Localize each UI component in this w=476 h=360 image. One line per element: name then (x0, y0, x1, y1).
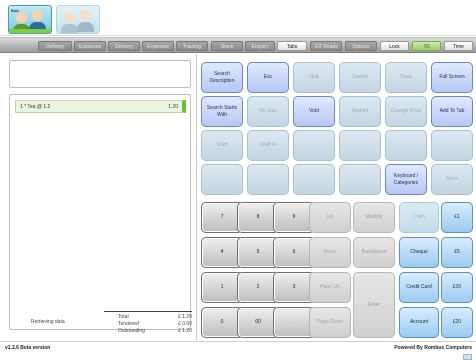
outstanding-label: Outstanding (118, 328, 145, 334)
list-item[interactable]: 1 * Tea @ 1.2 1.20 (15, 100, 186, 113)
enter-button[interactable]: Enter (353, 272, 395, 338)
staff-percent-button[interactable]: Staff % (247, 130, 289, 161)
twenty-pound-button[interactable]: £20 (441, 307, 473, 338)
status-bar: v1.2.6 Beta version Powered By Rombus Co… (0, 341, 476, 360)
total-row: Total £ 1.20 (104, 314, 192, 321)
order-summary: Retrieving data Total £ 1.20 Tendered £ … (0, 311, 197, 341)
keyboard-categories-button[interactable]: Keyboard / Categories (385, 164, 427, 195)
change-price-button[interactable]: Change Price (385, 96, 427, 127)
user-card-inactive[interactable] (56, 5, 100, 34)
status-text: Retrieving data (31, 319, 65, 325)
toolbar-stock-button[interactable]: Stock (211, 41, 243, 51)
blank-button[interactable] (431, 130, 473, 161)
outstanding-row: Outstanding £ 1.20 (104, 328, 192, 335)
page-up-button[interactable]: Page Up (309, 272, 351, 303)
version-label: v1.2.6 Beta version (5, 345, 51, 351)
cancel-button[interactable]: Cancel (339, 62, 381, 93)
search-description-button[interactable]: Search Description (201, 62, 243, 93)
five-pound-button[interactable]: £5 (441, 237, 473, 268)
user-card-active[interactable]: Bob (8, 5, 52, 34)
one-pound-button[interactable]: £1 (441, 202, 473, 233)
powered-by-label: Powered By Rombus Computers (394, 345, 472, 351)
toolbar-training-button[interactable]: Training (176, 41, 208, 51)
total-value: £ 1.20 (178, 314, 192, 320)
tendered-row: Tendered £ 0.00 (104, 321, 192, 328)
item-price: 1.20 (168, 104, 178, 110)
item-description: 1 * Tea @ 1.2 (20, 104, 51, 110)
toolbar-xz-reads-button[interactable]: X/Z Reads (310, 41, 342, 51)
quit-button[interactable]: Quit (293, 62, 335, 93)
backspace-button[interactable]: Backspace (353, 237, 395, 268)
totals-box: Total £ 1.20 Tendered £ 0.00 Outstanding… (104, 311, 192, 337)
toolbar-time-button[interactable]: Time (444, 41, 473, 51)
toolbar-lock-button[interactable]: Lock (380, 41, 409, 51)
ten-pound-button[interactable]: £10 (441, 272, 473, 303)
order-panel: 1 * Tea @ 1.2 1.20 (0, 54, 197, 340)
credit-card-button[interactable]: Credit Card (399, 272, 439, 303)
button-grid: Search Description Esc Quit Cancel Class… (201, 62, 473, 341)
item-description-display (9, 60, 191, 88)
blank-button[interactable] (247, 164, 289, 195)
blank-button[interactable] (385, 130, 427, 161)
reprint-button[interactable]: Reprint (339, 96, 381, 127)
account-button[interactable]: Account (399, 307, 439, 338)
total-label: Total (118, 314, 129, 320)
toolbar-expenses-button[interactable]: Expenses (74, 41, 106, 51)
blank-button[interactable] (339, 164, 381, 195)
class-button[interactable]: Class (385, 62, 427, 93)
cash-button[interactable]: Cash (399, 202, 439, 233)
toolbar-delivery-button[interactable]: Delivery (38, 41, 72, 51)
add-to-tab-button[interactable]: Add To Tab (431, 96, 473, 127)
full-screen-button[interactable]: Full Screen (431, 62, 473, 93)
no-sale-button[interactable]: No Sale (247, 96, 289, 127)
toolbar-expenses-button[interactable]: Expenses (142, 41, 174, 51)
toolbar-enquiry-button[interactable]: Enquiry (245, 41, 275, 51)
outstanding-value: £ 1.20 (178, 328, 192, 334)
active-user-indicator (9, 29, 51, 33)
multiply-button[interactable]: Multiply (353, 202, 395, 233)
top-bar: Bob (0, 0, 476, 36)
tray-icon (463, 354, 472, 360)
void-button[interactable]: Void (293, 96, 335, 127)
blank-button[interactable] (293, 164, 335, 195)
order-item-list[interactable]: 1 * Tea @ 1.2 1.20 (9, 94, 191, 330)
blank-button[interactable] (293, 130, 335, 161)
cheque-button[interactable]: Cheque (399, 237, 439, 268)
tendered-label: Tendered (118, 321, 139, 327)
up-button[interactable]: Up (309, 202, 351, 233)
esc-button[interactable]: Esc (247, 62, 289, 93)
page-down-button[interactable]: Page Down (309, 307, 351, 338)
blank-button[interactable] (201, 164, 243, 195)
staff-button[interactable]: Staff (201, 130, 243, 161)
toolbar-options-button[interactable]: Options (345, 41, 377, 51)
toolbar-tabs-button[interactable]: Tabs (277, 41, 307, 51)
main-toolbar: Delivery Expenses Delivery Expenses Trai… (0, 37, 476, 53)
blank-button[interactable] (339, 130, 381, 161)
search-starts-with-button[interactable]: Search Starts With (201, 96, 243, 127)
more-button[interactable]: More (431, 164, 473, 195)
tendered-value: £ 0.00 (178, 321, 192, 327)
toolbar-till-button[interactable]: Till (412, 41, 441, 51)
toolbar-delivery-button[interactable]: Delivery (108, 41, 140, 51)
down-button[interactable]: Down (309, 237, 351, 268)
